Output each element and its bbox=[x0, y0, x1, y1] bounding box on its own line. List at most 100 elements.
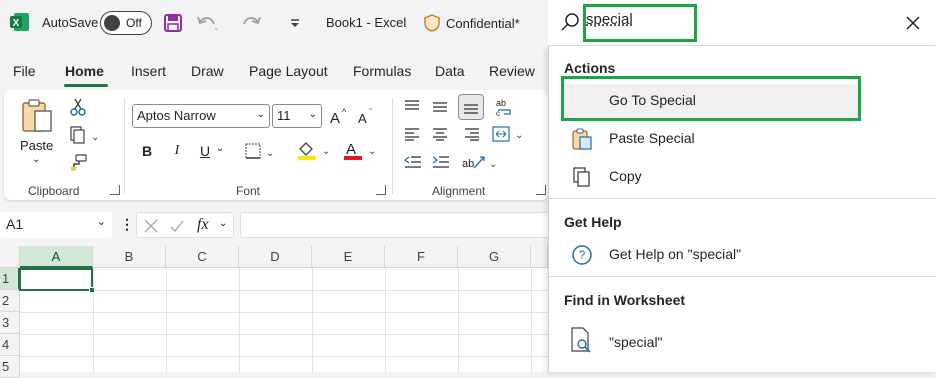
autosave-label: AutoSave bbox=[42, 15, 99, 30]
fill-handle[interactable] bbox=[89, 287, 95, 293]
svg-text:⌄: ⌄ bbox=[266, 148, 274, 159]
save-icon[interactable] bbox=[160, 10, 186, 36]
tab-formulas[interactable]: Formulas bbox=[353, 63, 411, 79]
font-group-label: Font bbox=[236, 184, 261, 198]
close-icon[interactable] bbox=[906, 16, 920, 30]
align-middle-icon[interactable] bbox=[430, 96, 450, 116]
row-header[interactable]: 3 bbox=[0, 312, 20, 334]
gridline bbox=[20, 334, 548, 335]
align-bottom-icon[interactable] bbox=[458, 94, 484, 120]
column-header[interactable]: B bbox=[93, 246, 166, 268]
chevron-down-icon[interactable]: ⌄ bbox=[97, 215, 106, 228]
decrease-indent-icon[interactable] bbox=[402, 152, 424, 172]
ribbon-tabs: File Home Insert Draw Page Layout Formul… bbox=[0, 54, 548, 90]
tab-draw[interactable]: Draw bbox=[191, 63, 224, 79]
row-header[interactable]: 5 bbox=[0, 356, 20, 378]
row-header[interactable]: 1 bbox=[0, 268, 20, 290]
column-header[interactable]: G bbox=[458, 246, 531, 268]
gridline bbox=[20, 312, 548, 313]
active-cell-a1[interactable] bbox=[19, 268, 93, 291]
clipboard-group-label: Clipboard bbox=[28, 184, 80, 198]
font-size-combo[interactable]: 11 ⌄ bbox=[272, 104, 322, 128]
undo-icon[interactable]: ⌄ bbox=[194, 10, 220, 36]
paste-label[interactable]: Paste bbox=[20, 138, 53, 153]
svg-text:?: ? bbox=[579, 248, 586, 262]
align-center-icon[interactable] bbox=[430, 124, 450, 144]
clipboard-dialog-launcher-icon[interactable] bbox=[110, 185, 120, 195]
help-label: Get Help on "special" bbox=[609, 246, 742, 262]
italic-button[interactable]: I bbox=[168, 140, 186, 162]
tab-home[interactable]: Home bbox=[65, 63, 104, 79]
toggle-knob bbox=[104, 15, 120, 31]
redo-icon[interactable] bbox=[238, 10, 264, 36]
workbook-title: Book1 - Excel bbox=[326, 15, 407, 30]
align-top-icon[interactable] bbox=[402, 96, 422, 116]
copy-ribbon-icon[interactable]: ⌄ bbox=[64, 124, 104, 146]
tab-review[interactable]: Review bbox=[489, 63, 535, 79]
column-header[interactable]: A bbox=[20, 246, 93, 268]
chevron-down-icon[interactable]: ⌄ bbox=[219, 218, 227, 229]
gridline bbox=[531, 268, 532, 372]
sensitivity-label[interactable]: Confidential* bbox=[424, 12, 520, 34]
paste-dropdown-icon[interactable]: ⌄ bbox=[32, 154, 40, 165]
column-header[interactable]: F bbox=[385, 246, 458, 268]
borders-icon[interactable]: ⌄ bbox=[242, 140, 278, 162]
format-painter-icon[interactable] bbox=[66, 152, 90, 174]
fill-color-icon[interactable]: ⌄ bbox=[294, 138, 334, 162]
chevron-down-icon: ⌄ bbox=[308, 109, 317, 120]
name-box[interactable]: A1 ⌄ bbox=[0, 212, 112, 238]
column-header[interactable] bbox=[531, 246, 548, 268]
align-left-icon[interactable] bbox=[402, 124, 422, 144]
formula-input[interactable] bbox=[240, 212, 550, 238]
row-header[interactable]: 2 bbox=[0, 290, 20, 312]
svg-text:ab: ab bbox=[496, 98, 506, 108]
shrink-font-icon[interactable]: Aˇ bbox=[356, 104, 378, 128]
bold-button[interactable]: B bbox=[138, 140, 156, 162]
tab-file[interactable]: File bbox=[13, 63, 36, 79]
tab-insert[interactable]: Insert bbox=[131, 63, 166, 79]
font-name-combo[interactable]: Aptos Narrow ⌄ bbox=[132, 104, 270, 128]
grow-font-icon[interactable]: A ^ bbox=[328, 104, 350, 128]
underline-dropdown-icon[interactable]: ⌄ bbox=[216, 143, 224, 154]
svg-text:ˇ: ˇ bbox=[369, 107, 372, 117]
autosave-toggle[interactable]: Off bbox=[100, 11, 152, 35]
svg-text:⌄: ⌄ bbox=[322, 146, 330, 157]
alignment-dialog-launcher-icon[interactable] bbox=[536, 185, 546, 195]
action-copy[interactable]: Copy bbox=[561, 160, 861, 194]
column-header[interactable]: E bbox=[312, 246, 385, 268]
underline-button[interactable]: U bbox=[196, 140, 214, 162]
find-item[interactable]: "special" bbox=[561, 322, 861, 362]
column-header[interactable]: C bbox=[166, 246, 239, 268]
action-paste-special[interactable]: Paste Special bbox=[561, 122, 861, 156]
font-color-icon[interactable]: A ⌄ bbox=[340, 138, 380, 162]
action-label: Copy bbox=[609, 168, 642, 184]
wrap-text-icon[interactable]: ab c bbox=[492, 96, 516, 118]
increase-indent-icon[interactable] bbox=[430, 152, 452, 172]
select-all-corner[interactable] bbox=[0, 246, 20, 268]
tab-data[interactable]: Data bbox=[435, 63, 465, 79]
sensitivity-text: Confidential* bbox=[446, 15, 520, 31]
group-separator bbox=[124, 98, 125, 194]
font-dialog-launcher-icon[interactable] bbox=[376, 185, 386, 195]
help-icon: ? bbox=[569, 242, 595, 268]
group-separator bbox=[392, 98, 393, 194]
merge-center-icon[interactable]: ⌄ bbox=[490, 124, 526, 144]
row-header[interactable]: 4 bbox=[0, 334, 20, 356]
cut-icon[interactable] bbox=[66, 96, 90, 118]
cancel-icon[interactable] bbox=[143, 218, 159, 234]
orientation-icon[interactable]: ab ⌄ bbox=[460, 152, 500, 172]
column-header[interactable]: D bbox=[239, 246, 312, 268]
align-right-icon[interactable] bbox=[462, 124, 482, 144]
help-item[interactable]: ? Get Help on "special" bbox=[561, 238, 861, 272]
formula-bar-grip-icon[interactable]: ⋮ bbox=[120, 216, 134, 233]
enter-icon[interactable] bbox=[169, 218, 185, 234]
insert-function-icon[interactable]: fx bbox=[197, 216, 209, 234]
tab-page-layout[interactable]: Page Layout bbox=[249, 63, 328, 79]
paste-icon[interactable] bbox=[18, 96, 58, 136]
gridline bbox=[166, 268, 167, 372]
worksheet-grid[interactable]: A B C D E F G 1 2 3 4 5 bbox=[0, 246, 548, 378]
name-box-value: A1 bbox=[6, 216, 24, 232]
svg-text:^: ^ bbox=[342, 107, 347, 117]
customize-toolbar-icon[interactable] bbox=[282, 10, 308, 36]
gridline bbox=[20, 290, 548, 291]
